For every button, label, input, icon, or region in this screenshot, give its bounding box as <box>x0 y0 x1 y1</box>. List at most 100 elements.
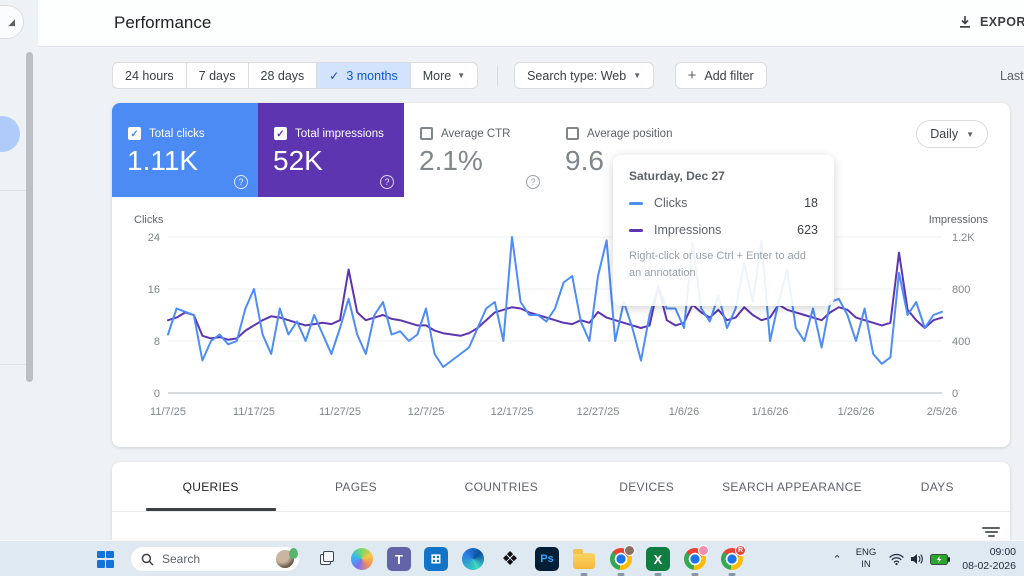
help-icon[interactable]: ? <box>526 175 540 189</box>
sidebar-scrollbar[interactable] <box>26 52 33 382</box>
metric-total-impressions[interactable]: ✓ Total impressions 52K ? <box>258 103 404 197</box>
checkbox-unchecked-icon[interactable] <box>566 127 579 140</box>
chrome-profile3-button[interactable]: R <box>719 546 745 572</box>
chrome-icon <box>610 548 632 570</box>
svg-text:Impressions: Impressions <box>929 214 989 226</box>
sidebar-divider <box>0 364 28 365</box>
photoshop-icon: Ps <box>535 547 559 571</box>
checkbox-unchecked-icon[interactable] <box>420 127 433 140</box>
dimension-tabs: QUERIES PAGES COUNTRIES DEVICES SEARCH A… <box>112 462 1010 512</box>
task-view-button[interactable] <box>312 546 338 572</box>
svg-text:16: 16 <box>148 284 160 296</box>
chevron-down-icon: ▼ <box>966 130 974 139</box>
plus-icon: + <box>688 68 697 83</box>
teams-icon: T <box>387 547 411 571</box>
svg-text:1/16/26: 1/16/26 <box>752 406 789 418</box>
speaker-icon <box>910 553 924 565</box>
copilot-icon <box>351 548 373 570</box>
chart-tooltip: Saturday, Dec 27 Clicks 18 Impressions 6… <box>613 155 834 306</box>
excel-button[interactable]: X <box>645 546 671 572</box>
interval-dropdown[interactable]: Daily ▼ <box>916 120 988 148</box>
divider <box>497 66 498 86</box>
svg-text:1/6/26: 1/6/26 <box>669 406 700 418</box>
microsoft-store-button[interactable]: ⊞ <box>423 546 449 572</box>
hidden-icons-chevron[interactable]: ⌃ <box>832 553 841 566</box>
sidebar-selected-highlight[interactable] <box>0 116 20 152</box>
chip-28-days[interactable]: 28 days <box>249 63 318 88</box>
windows-taskbar: Search T ⊞ ❖ Ps X R ⌃ ENG IN <box>0 540 1024 576</box>
svg-text:24: 24 <box>148 232 160 244</box>
svg-text:11/27/25: 11/27/25 <box>319 406 361 418</box>
svg-text:12/7/25: 12/7/25 <box>408 406 445 418</box>
help-icon[interactable]: ? <box>380 175 394 189</box>
profile-avatar <box>698 545 709 556</box>
chevron-down-icon: ◢ <box>8 17 15 28</box>
metric-value: 2.1% <box>419 145 483 177</box>
collapsed-search-pill[interactable]: ◢ <box>0 5 24 39</box>
metric-total-clicks[interactable]: ✓ Total clicks 1.11K ? <box>112 103 258 197</box>
chrome-icon <box>684 548 706 570</box>
metric-value: 1.11K <box>127 145 198 177</box>
performance-chart-card: ✓ Total clicks 1.11K ? ✓ Total impressio… <box>112 103 1010 447</box>
excel-icon: X <box>646 547 670 571</box>
metric-average-ctr[interactable]: Average CTR 2.1% ? <box>404 103 550 197</box>
language-indicator[interactable]: ENG IN <box>856 547 877 571</box>
profile-avatar <box>624 545 635 556</box>
metric-value: 9.6 <box>565 145 604 177</box>
tab-devices[interactable]: DEVICES <box>574 462 719 511</box>
svg-text:11/17/25: 11/17/25 <box>233 406 275 418</box>
system-tray: ⌃ ENG IN 09:00 08-02-2026 <box>832 541 1024 576</box>
profile-avatar: R <box>735 545 746 556</box>
svg-text:12/27/25: 12/27/25 <box>577 406 620 418</box>
edge-icon <box>462 548 484 570</box>
checkbox-checked-icon[interactable]: ✓ <box>128 127 141 140</box>
tab-search-appearance[interactable]: SEARCH APPEARANCE <box>719 462 864 511</box>
tab-queries[interactable]: QUERIES <box>138 462 283 511</box>
add-filter-button[interactable]: + Add filter <box>675 62 767 89</box>
chrome-profile1-button[interactable] <box>608 546 634 572</box>
clicks-series-swatch <box>629 202 643 205</box>
windows-logo-icon <box>97 551 114 568</box>
page-title: Performance <box>114 13 211 33</box>
taskbar-search-input[interactable]: Search <box>130 546 300 572</box>
chip-more[interactable]: More ▼ <box>411 63 477 88</box>
clock[interactable]: 09:00 08-02-2026 <box>962 545 1016 573</box>
chrome-profile2-button[interactable] <box>682 546 708 572</box>
search-highlight-image[interactable] <box>276 550 294 568</box>
copilot-button[interactable] <box>349 546 375 572</box>
tab-countries[interactable]: COUNTRIES <box>429 462 574 511</box>
photoshop-button[interactable]: Ps <box>534 546 560 572</box>
impressions-series-swatch <box>629 229 643 232</box>
tab-days[interactable]: DAYS <box>865 462 1010 511</box>
help-icon[interactable]: ? <box>234 175 248 189</box>
chip-24-hours[interactable]: 24 hours <box>113 63 187 88</box>
filter-row: 24 hours 7 days 28 days ✓ 3 months More … <box>112 62 1024 90</box>
tab-pages[interactable]: PAGES <box>283 462 428 511</box>
metric-value: 52K <box>273 145 323 177</box>
svg-text:8: 8 <box>154 336 160 348</box>
start-button[interactable] <box>92 546 118 572</box>
performance-chart[interactable]: ClicksImpressions00840016800241.2K11/7/2… <box>126 207 996 435</box>
chip-7-days[interactable]: 7 days <box>187 63 249 88</box>
svg-text:400: 400 <box>952 336 970 348</box>
overflow-lines-icon[interactable] <box>981 525 1001 537</box>
tooltip-date: Saturday, Dec 27 <box>629 169 818 183</box>
search-type-filter[interactable]: Search type: Web ▼ <box>514 62 654 89</box>
tooltip-row-clicks: Clicks 18 <box>629 196 818 210</box>
file-explorer-button[interactable] <box>571 546 597 572</box>
dimensions-table-card: QUERIES PAGES COUNTRIES DEVICES SEARCH A… <box>112 462 1010 540</box>
svg-text:0: 0 <box>952 388 958 400</box>
svg-text:1.2K: 1.2K <box>952 232 975 244</box>
export-button[interactable]: EXPORT <box>958 15 1024 29</box>
active-tab-underline <box>146 508 276 511</box>
file-explorer-icon <box>573 553 595 569</box>
chip-3-months[interactable]: ✓ 3 months <box>317 63 410 88</box>
balloon-icon <box>289 548 298 559</box>
system-icons[interactable] <box>889 553 950 565</box>
edge-button[interactable] <box>460 546 486 572</box>
dropbox-button[interactable]: ❖ <box>497 546 523 572</box>
checkbox-checked-icon[interactable]: ✓ <box>274 127 287 140</box>
teams-button[interactable]: T <box>386 546 412 572</box>
svg-text:11/7/25: 11/7/25 <box>150 406 186 418</box>
sidebar-divider <box>0 190 28 191</box>
